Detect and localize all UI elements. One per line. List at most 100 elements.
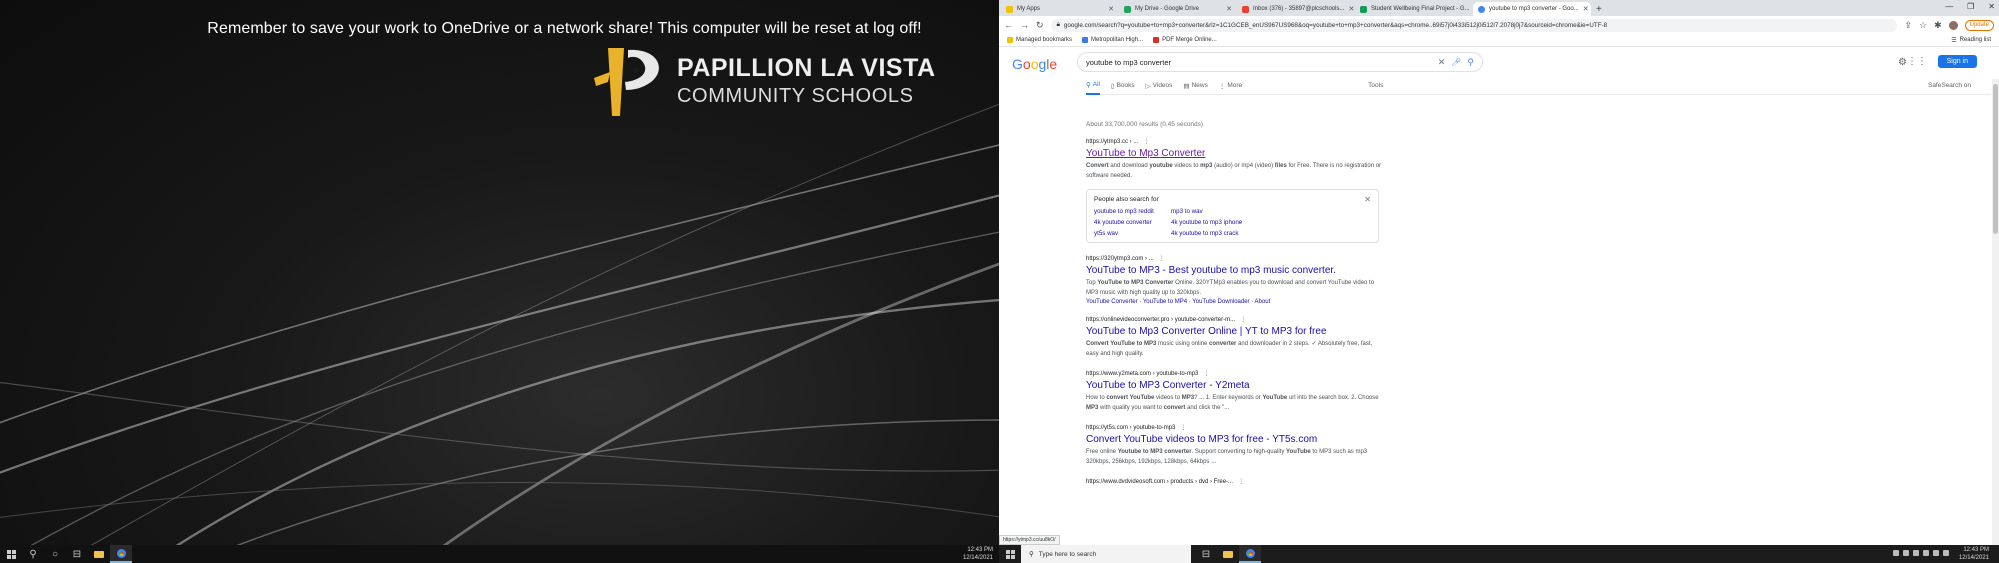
update-chrome-button[interactable]: Update: [1964, 19, 1994, 31]
google-favicon-icon: [1478, 5, 1485, 13]
extensions-icon[interactable]: ✱: [1934, 20, 1942, 31]
tray-icon[interactable]: [1943, 550, 1949, 556]
browser-tab-google-search[interactable]: youtube to mp3 converter - Goo... ✕: [1473, 2, 1591, 16]
bookmark-star-icon[interactable]: ☆: [1919, 20, 1927, 31]
tab-label: My Apps: [1017, 6, 1041, 12]
bookmark-metropolitan[interactable]: Metropolitan High...: [1082, 37, 1143, 43]
browser-tab-my-apps[interactable]: My Apps ✕: [1001, 2, 1119, 16]
close-icon[interactable]: ✕: [1364, 195, 1371, 204]
tab-more[interactable]: ⋮ More: [1219, 77, 1242, 95]
bookmark-pdf-merge[interactable]: PDF Merge Online...: [1153, 37, 1217, 43]
file-explorer-icon[interactable]: [88, 545, 110, 563]
related-search-link[interactable]: 4k youtube to mp3 iphone: [1171, 219, 1281, 226]
related-search-link[interactable]: yt5s wav: [1094, 230, 1171, 237]
address-bar[interactable]: 🔒︎ google.com/search?q=youtube+to+mp3+co…: [1050, 18, 1898, 32]
tab-close-icon[interactable]: ✕: [1108, 5, 1114, 13]
more-options-icon[interactable]: ⋮: [1159, 256, 1165, 262]
minimize-button[interactable]: —: [1945, 2, 1953, 11]
search-input[interactable]: youtube to mp3 converter ✕ 🎤︎ ⚲: [1077, 52, 1483, 72]
status-bar-url: https://ytmp3.cc/uu8kO/: [999, 535, 1060, 545]
lock-icon[interactable]: 🔒︎: [1057, 21, 1060, 29]
clear-search-icon[interactable]: ✕: [1438, 57, 1446, 68]
more-options-icon[interactable]: ⋮: [1180, 425, 1186, 431]
people-also-search-title: People also search for: [1094, 196, 1159, 203]
browser-tab-google-drive[interactable]: My Drive - Google Drive ✕: [1119, 2, 1237, 16]
bookmark-managed[interactable]: Managed bookmarks: [1007, 37, 1072, 43]
result-url[interactable]: https://320ytmp3.com › ... ⋮: [1086, 255, 1386, 262]
tools-button[interactable]: Tools: [1368, 77, 1383, 95]
scrollbar-thumb[interactable]: [1993, 84, 1998, 234]
reload-icon[interactable]: ↻: [1036, 20, 1044, 31]
result-url[interactable]: https://yt5s.com › youtube-to-mp3 ⋮: [1086, 424, 1386, 431]
result-url[interactable]: https://www.y2meta.com › youtube-to-mp3 ⋮: [1086, 370, 1386, 377]
tray-icon[interactable]: [1903, 550, 1909, 556]
tray-icon[interactable]: [1923, 550, 1929, 556]
back-arrow-icon[interactable]: ←: [1004, 20, 1013, 30]
more-options-icon[interactable]: ⋮: [1240, 317, 1246, 323]
start-button[interactable]: [0, 545, 22, 563]
result-title-link[interactable]: YouTube to MP3 Converter - Y2meta: [1086, 380, 1386, 391]
cortana-icon[interactable]: ○: [44, 545, 66, 563]
reading-list[interactable]: ☰ Reading list: [1951, 37, 1991, 44]
share-icon[interactable]: ⇪: [1904, 20, 1912, 31]
tray-icon[interactable]: [1913, 550, 1919, 556]
tab-close-icon[interactable]: ✕: [1348, 5, 1354, 13]
taskbar-search-box[interactable]: ⚲ Type here to search: [1021, 545, 1191, 563]
result-title-link[interactable]: YouTube to MP3 - Best youtube to mp3 mus…: [1086, 265, 1386, 276]
result-url[interactable]: https://ytmp3.cc › ... ⋮: [1086, 138, 1386, 145]
sign-in-button[interactable]: Sign in: [1937, 55, 1977, 68]
task-view-icon[interactable]: ⊟: [1195, 545, 1217, 563]
tray-icon[interactable]: [1893, 550, 1899, 556]
search-result: https://yt5s.com › youtube-to-mp3 ⋮ Conve…: [1086, 424, 1386, 467]
forward-arrow-icon[interactable]: →: [1020, 20, 1029, 30]
tab-videos[interactable]: ▷ Videos: [1146, 77, 1173, 95]
result-snippet: Top YouTube to MP3 Converter Online. 320…: [1086, 280, 1375, 296]
windows-icon: [1005, 549, 1015, 559]
close-window-button[interactable]: ✕: [1988, 2, 1995, 11]
tab-favicon-icon: [1006, 5, 1013, 13]
result-sitelinks[interactable]: YouTube Converter · YouTube to MP4 · You…: [1086, 299, 1386, 305]
result-url[interactable]: https://www.dvdvideosoft.com › products …: [1086, 478, 1386, 485]
tab-close-icon[interactable]: ✕: [1583, 5, 1589, 13]
chrome-taskbar-icon[interactable]: [1239, 545, 1261, 563]
related-search-link[interactable]: youtube to mp3 reddit: [1094, 208, 1171, 215]
search-icon[interactable]: ⚲: [22, 545, 44, 563]
search-icon[interactable]: ⚲: [1467, 57, 1474, 68]
taskbar-clock[interactable]: 12:43 PM 12/14/2021: [963, 546, 993, 562]
settings-gear-icon[interactable]: ⚙: [1898, 57, 1907, 68]
more-options-icon[interactable]: ⋮: [1238, 479, 1244, 485]
safesearch-link[interactable]: SafeSearch on: [1928, 82, 1971, 89]
result-title-link[interactable]: Convert YouTube videos to MP3 for free -…: [1086, 434, 1386, 445]
taskbar-clock[interactable]: 12:43 PM 12/14/2021: [1959, 546, 1989, 562]
related-search-link[interactable]: mp3 to wav: [1171, 208, 1281, 215]
maximize-button[interactable]: ❐: [1967, 2, 1974, 11]
related-search-link[interactable]: 4k youtube to mp3 crack: [1171, 230, 1281, 237]
tray-icon[interactable]: [1933, 550, 1939, 556]
search-result: https://ytmp3.cc › ... ⋮ YouTube to Mp3 C…: [1086, 138, 1386, 181]
more-options-icon[interactable]: ⋮: [1203, 371, 1209, 377]
profile-avatar[interactable]: [1948, 20, 1958, 30]
file-explorer-icon[interactable]: [1217, 545, 1239, 563]
tab-books[interactable]: ▯ Books: [1111, 77, 1135, 95]
google-logo[interactable]: Google: [1012, 56, 1057, 72]
related-search-link[interactable]: 4k youtube converter: [1094, 219, 1171, 226]
result-url[interactable]: https://onlinevideoconverter.pro › youtu…: [1086, 316, 1386, 323]
start-button[interactable]: [999, 545, 1021, 563]
chrome-taskbar-icon[interactable]: [110, 545, 132, 563]
clock-time: 12:43 PM: [1963, 547, 1989, 553]
task-view-icon[interactable]: ⊟: [66, 545, 88, 563]
result-title-link[interactable]: YouTube to Mp3 Converter Online | YT to …: [1086, 326, 1386, 337]
tab-all[interactable]: ⚲ All: [1086, 77, 1100, 95]
result-title-link[interactable]: YouTube to Mp3 Converter: [1086, 148, 1386, 159]
video-icon: ▷: [1145, 82, 1151, 90]
tab-news[interactable]: ▤ News: [1183, 77, 1207, 95]
window-controls: — ❐ ✕: [1945, 2, 1995, 11]
browser-tab-sheets[interactable]: Student Wellbeing Final Project - G... ✕: [1355, 2, 1473, 16]
new-tab-button[interactable]: +: [1591, 2, 1607, 16]
more-options-icon[interactable]: ⋮: [1143, 139, 1149, 145]
address-url: google.com/search?q=youtube+to+mp3+conve…: [1063, 21, 1608, 29]
google-apps-icon[interactable]: ⋮⋮: [1907, 56, 1927, 67]
tab-close-icon[interactable]: ✕: [1226, 5, 1232, 13]
microphone-icon[interactable]: 🎤︎: [1451, 58, 1461, 67]
browser-tab-inbox[interactable]: Inbox (376) - 35897@plcschools... ✕: [1237, 2, 1355, 16]
